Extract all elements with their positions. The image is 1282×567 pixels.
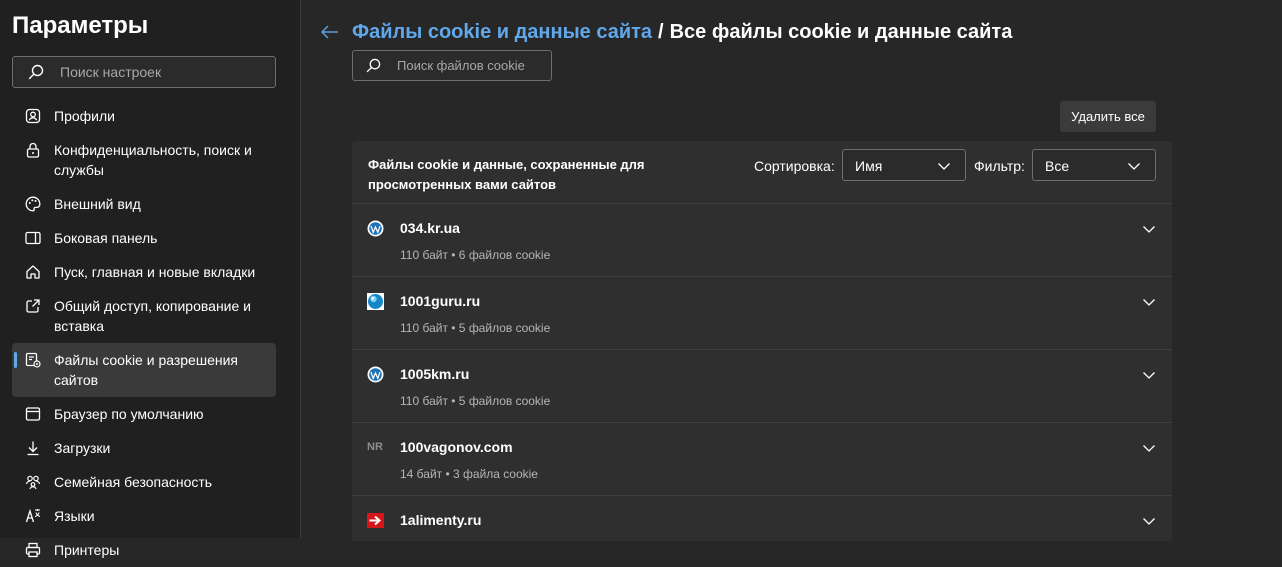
- site-name: 1005km.ru: [400, 366, 470, 382]
- initials-icon: NR: [367, 441, 383, 453]
- chevron-down-icon[interactable]: [1142, 295, 1156, 309]
- breadcrumb-separator: /: [658, 21, 664, 43]
- site-meta: 110 байт • 6 файлов cookie: [400, 248, 551, 262]
- lock-icon: [26, 142, 40, 158]
- sidebar-item-start-home[interactable]: Пуск, главная и новые вкладки: [12, 255, 276, 289]
- sort-label: Сортировка:: [754, 158, 835, 174]
- sidebar-nav: Профили Конфиденциальность, поиск и служ…: [12, 99, 276, 567]
- sidebar-item-downloads[interactable]: Загрузки: [12, 431, 276, 465]
- sidebar-item-label: Профили: [54, 108, 115, 124]
- settings-search-input[interactable]: [58, 63, 248, 81]
- palette-icon: [25, 196, 41, 212]
- sort-dropdown[interactable]: Имя: [842, 149, 966, 181]
- search-icon: [28, 64, 44, 80]
- filter-label: Фильтр:: [974, 158, 1025, 174]
- site-row[interactable]: 1alimenty.ru: [352, 496, 1172, 541]
- sidebar: Параметры Профили Конфиденциальность, по…: [0, 0, 301, 558]
- sidebar-panel-icon: [25, 231, 41, 245]
- sidebar-item-languages[interactable]: Языки: [12, 499, 276, 533]
- chevron-down-icon[interactable]: [1142, 441, 1156, 455]
- sort-dropdown-value: Имя: [855, 158, 883, 174]
- family-icon: [25, 475, 41, 490]
- delete-all-button[interactable]: Удалить все: [1060, 101, 1156, 132]
- wordpress-icon: [367, 220, 384, 237]
- sidebar-item-label: Семейная безопасность: [54, 474, 213, 490]
- breadcrumb-parent-link[interactable]: Файлы cookie и данные сайта: [352, 21, 652, 43]
- sidebar-item-label: Загрузки: [54, 440, 111, 456]
- sidebar-item-label: Файлы cookie и разрешения сайтов: [54, 352, 238, 388]
- sidebar-item-label: Языки: [54, 508, 95, 524]
- chevron-down-icon[interactable]: [1142, 222, 1156, 236]
- download-icon: [27, 441, 39, 456]
- red-arrow-icon: [367, 513, 384, 528]
- sidebar-item-sidebar[interactable]: Боковая панель: [12, 221, 276, 255]
- printer-icon: [25, 542, 41, 558]
- filter-dropdown-value: Все: [1045, 158, 1070, 174]
- site-name: 1001guru.ru: [400, 293, 481, 309]
- chevron-down-icon: [1128, 163, 1140, 170]
- sidebar-item-label: Боковая панель: [54, 230, 158, 246]
- site-row[interactable]: 1001guru.ru 110 байт • 5 файлов cookie: [352, 277, 1172, 350]
- site-meta: 110 байт • 5 файлов cookie: [400, 321, 551, 335]
- chevron-down-icon[interactable]: [1142, 368, 1156, 382]
- sidebar-item-label: Принтеры: [54, 542, 120, 558]
- sidebar-item-appearance[interactable]: Внешний вид: [12, 187, 276, 221]
- settings-search-box[interactable]: [12, 56, 276, 88]
- share-icon: [26, 299, 40, 313]
- filter-dropdown[interactable]: Все: [1032, 149, 1156, 181]
- site-meta: 14 байт • 3 файла cookie: [400, 467, 538, 481]
- chevron-down-icon: [938, 163, 950, 170]
- sidebar-item-family-safety[interactable]: Семейная безопасность: [12, 465, 276, 499]
- site-row[interactable]: NR 100vagonov.com 14 байт • 3 файла cook…: [352, 423, 1172, 496]
- cookie-search-box[interactable]: [352, 50, 552, 81]
- sidebar-item-default-browser[interactable]: Браузер по умолчанию: [12, 397, 276, 431]
- breadcrumb: Файлы cookie и данные сайта / Все файлы co…: [352, 21, 1012, 44]
- sidebar-title: Параметры: [12, 12, 149, 39]
- sidebar-item-label: Браузер по умолчанию: [54, 406, 204, 422]
- site-name: 1alimenty.ru: [400, 512, 482, 528]
- cookie-search-input[interactable]: [395, 57, 545, 74]
- home-icon: [26, 265, 40, 279]
- site-name: 100vagonov.com: [400, 439, 513, 455]
- site-name: 034.kr.ua: [400, 220, 460, 236]
- sidebar-item-label: Конфиденциальность, поиск и службы: [54, 142, 252, 178]
- browser-icon: [25, 407, 41, 421]
- globe-icon: [367, 293, 384, 310]
- language-icon: [25, 508, 41, 523]
- site-row[interactable]: 034.kr.ua 110 байт • 6 файлов cookie: [352, 204, 1172, 277]
- panel-header: Файлы cookie и данные, сохраненные для п…: [352, 141, 1172, 204]
- sidebar-item-cookies-permissions[interactable]: Файлы cookie и разрешения сайтов: [12, 343, 276, 397]
- panel-header-text: Файлы cookie и данные, сохраненные для п…: [368, 157, 645, 192]
- search-icon: [366, 58, 381, 73]
- sidebar-item-share-copy-paste[interactable]: Общий доступ, копирование и вставка: [12, 289, 276, 343]
- sidebar-item-printers[interactable]: Принтеры: [12, 533, 276, 567]
- cookie-permissions-icon: [25, 352, 41, 368]
- sidebar-item-label: Пуск, главная и новые вкладки: [54, 264, 256, 280]
- cookies-panel: Файлы cookie и данные, сохраненные для п…: [352, 141, 1172, 541]
- sidebar-item-label: Общий доступ, копирование и вставка: [54, 298, 251, 334]
- page-title: Все файлы cookie и данные сайта: [669, 21, 1013, 43]
- wordpress-icon: [367, 366, 384, 383]
- sidebar-item-profiles[interactable]: Профили: [12, 99, 276, 133]
- chevron-down-icon[interactable]: [1142, 514, 1156, 528]
- sidebar-item-privacy[interactable]: Конфиденциальность, поиск и службы: [12, 133, 276, 187]
- back-arrow-icon[interactable]: [320, 22, 340, 42]
- site-meta: 110 байт • 5 файлов cookie: [400, 394, 551, 408]
- sidebar-item-label: Внешний вид: [54, 196, 141, 212]
- site-row[interactable]: 1005km.ru 110 байт • 5 файлов cookie: [352, 350, 1172, 423]
- profile-icon: [25, 108, 41, 124]
- main-content: Файлы cookie и данные сайта / Все файлы co…: [302, 0, 1282, 541]
